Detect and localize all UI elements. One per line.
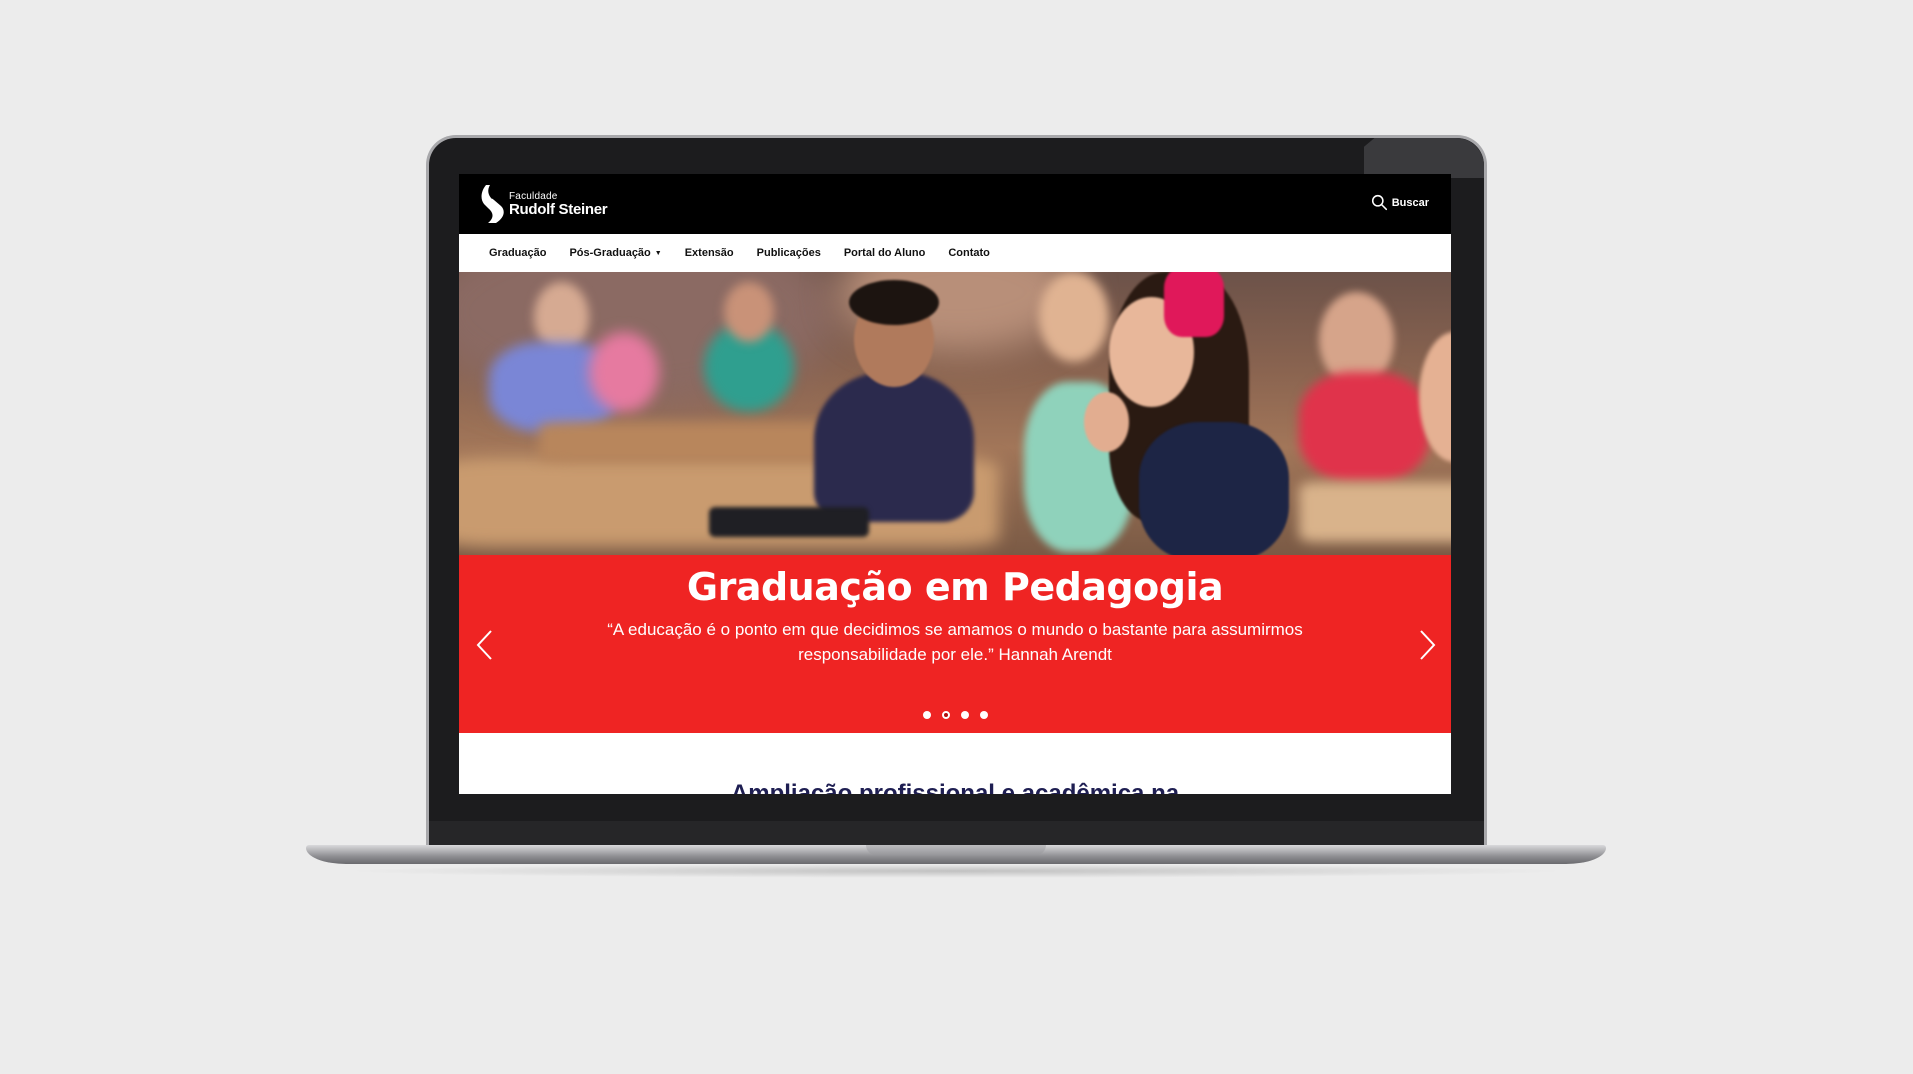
logo-small-text: Faculdade	[509, 190, 558, 202]
search-label: Buscar	[1391, 196, 1429, 209]
carousel-dot-2[interactable]	[941, 711, 950, 719]
carousel-dot-3[interactable]	[960, 711, 969, 719]
carousel-dot-4[interactable]	[979, 711, 988, 719]
laptop-shadow	[340, 864, 1572, 878]
nav-item-publicacoes[interactable]: Publicações	[757, 247, 821, 259]
hero-title: Graduação em Pedagogia	[686, 565, 1224, 609]
chevron-left-icon	[476, 630, 492, 660]
photo-boy-shirt	[814, 372, 974, 522]
search-button[interactable]: Buscar	[1371, 194, 1429, 211]
nav-item-label: Publicações	[756, 247, 821, 259]
logo-big-text: Rudolf Steiner	[509, 200, 608, 218]
nav-item-label: Extensão	[684, 247, 734, 259]
nav-item-extensao[interactable]: Extensão	[685, 247, 734, 259]
chevron-right-icon	[1420, 630, 1436, 660]
photo-book	[709, 507, 869, 537]
carousel-dots	[459, 711, 1451, 719]
photo-child-teal-head	[724, 282, 774, 342]
main-nav: Graduação Pós-Graduação ▼ Extensão Public…	[459, 234, 1451, 272]
website-screen: Faculdade Rudolf Steiner Buscar Graduaçã…	[459, 174, 1451, 794]
nav-item-pos-graduacao[interactable]: Pós-Graduação ▼	[569, 247, 661, 259]
logo-mark-icon	[481, 185, 504, 223]
photo-girl-headband	[1164, 272, 1224, 337]
lid-glare	[1364, 138, 1484, 178]
laptop-base	[306, 845, 1606, 864]
photo-girl-right-shirt	[1299, 372, 1429, 482]
section-title: Ampliação profissional e acadêmica na	[730, 780, 1180, 794]
carousel-dot-1[interactable]	[922, 711, 931, 719]
photo-child-pink	[589, 332, 659, 412]
bezel-bottom	[429, 821, 1484, 847]
nav-item-portal-do-aluno[interactable]: Portal do Aluno	[844, 247, 925, 259]
carousel-next-button[interactable]	[1415, 625, 1439, 665]
nav-item-label: Contato	[948, 247, 990, 259]
nav-item-label: Graduação	[489, 247, 547, 259]
search-icon	[1371, 194, 1387, 211]
nav-item-contato[interactable]: Contato	[948, 247, 990, 259]
site-logo[interactable]: Faculdade Rudolf Steiner	[481, 184, 608, 224]
hero-quote: “A educação é o ponto em que decidimos s…	[607, 620, 1303, 664]
nav-item-label: Portal do Aluno	[843, 247, 926, 259]
photo-blond-child	[1039, 272, 1109, 362]
nav-item-label: Pós-Graduação	[569, 247, 651, 259]
hero-banner: Graduação em Pedagogia “A educação é o p…	[459, 555, 1451, 733]
caret-down-icon: ▼	[654, 249, 662, 257]
photo-girl-hand	[1084, 392, 1129, 452]
hero-classroom-photo	[459, 272, 1451, 555]
photo-right-desk	[1299, 482, 1451, 542]
photo-girl-dress	[1139, 422, 1289, 555]
laptop-notch	[866, 845, 1046, 855]
photo-boy-hair	[849, 280, 939, 325]
carousel-prev-button[interactable]	[473, 625, 497, 665]
top-header: Faculdade Rudolf Steiner Buscar	[459, 174, 1451, 234]
logo-text: Faculdade Rudolf Steiner	[509, 190, 608, 218]
nav-item-graduacao[interactable]: Graduação	[489, 247, 546, 259]
